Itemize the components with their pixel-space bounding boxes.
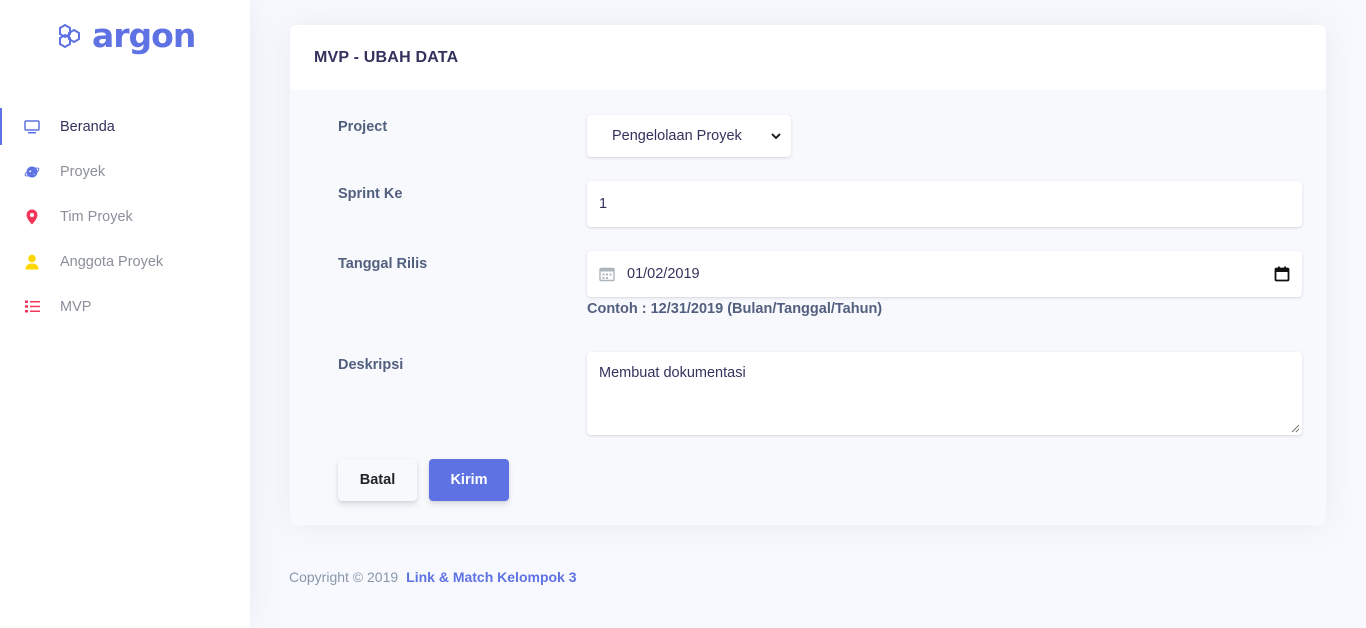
footer: Copyright © 2019 Link & Match Kelompok 3 xyxy=(289,569,577,585)
sidebar-nav: Beranda Proyek Tim Proyek Anggota Proyek… xyxy=(0,104,250,329)
sidebar-item-label: MVP xyxy=(60,298,92,315)
edit-form-card: MVP - UBAH DATA Project Pengelolaan Proy… xyxy=(290,25,1326,525)
monitor-icon xyxy=(24,119,40,135)
description-textarea[interactable]: Membuat dokumentasi xyxy=(587,352,1302,435)
sidebar-item-beranda[interactable]: Beranda xyxy=(0,104,250,149)
brand-name: argon xyxy=(92,16,196,55)
footer-link[interactable]: Link & Match Kelompok 3 xyxy=(406,569,576,585)
date-format-hint: Contoh : 12/31/2019 (Bulan/Tanggal/Tahun… xyxy=(587,301,883,317)
chevron-down-icon xyxy=(771,132,781,139)
hexagons-logo-icon xyxy=(59,23,80,49)
sidebar-item-label: Proyek xyxy=(60,163,106,180)
list-icon xyxy=(24,299,40,315)
calendar-small-icon xyxy=(599,267,615,282)
project-select[interactable]: Pengelolaan Proyek xyxy=(587,115,791,157)
copyright-text: Copyright © 2019 xyxy=(289,569,399,585)
description-value: Membuat dokumentasi xyxy=(599,365,746,381)
sprint-input[interactable]: 1 xyxy=(587,181,1302,227)
user-icon xyxy=(24,254,40,270)
sidebar-item-label: Beranda xyxy=(60,118,115,135)
sidebar-item-proyek[interactable]: Proyek xyxy=(0,149,250,194)
project-select-value: Pengelolaan Proyek xyxy=(612,128,742,144)
page-title: MVP - UBAH DATA xyxy=(314,48,459,66)
sidebar: argon Beranda Proyek Tim Proyek Anggota … xyxy=(0,0,250,628)
release-date-label: Tanggal Rilis xyxy=(338,256,428,272)
sidebar-item-tim-proyek[interactable]: Tim Proyek xyxy=(0,194,250,239)
sidebar-item-mvp[interactable]: MVP xyxy=(0,284,250,329)
sprint-input-value: 1 xyxy=(599,196,608,212)
resize-handle-icon[interactable] xyxy=(1291,424,1300,433)
pin-icon xyxy=(24,209,40,225)
brand-logo[interactable]: argon xyxy=(56,14,196,58)
sidebar-item-anggota-proyek[interactable]: Anggota Proyek xyxy=(0,239,250,284)
calendar-picker-icon[interactable] xyxy=(1274,266,1290,282)
release-date-value: 01/02/2019 xyxy=(627,266,700,282)
cancel-button[interactable]: Batal xyxy=(338,459,417,501)
release-date-input[interactable]: 01/02/2019 xyxy=(587,251,1302,297)
sidebar-item-label: Tim Proyek xyxy=(60,208,133,225)
card-header: MVP - UBAH DATA xyxy=(290,25,1326,90)
sidebar-item-label: Anggota Proyek xyxy=(60,253,164,270)
planet-icon xyxy=(24,164,40,180)
submit-button[interactable]: Kirim xyxy=(429,459,509,501)
sprint-label: Sprint Ke xyxy=(338,186,403,202)
description-label: Deskripsi xyxy=(338,357,404,373)
project-label: Project xyxy=(338,119,388,135)
